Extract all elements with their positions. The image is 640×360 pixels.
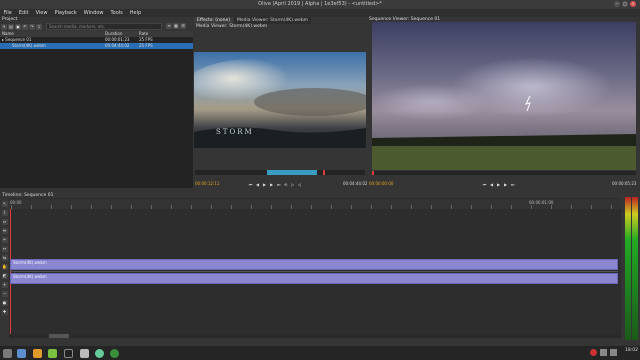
hand-tool-icon[interactable]: ✋: [1, 264, 8, 270]
timeline-ruler[interactable]: 00:00 00:00:01:00: [9, 199, 621, 209]
ripple-tool-icon[interactable]: ⇔: [1, 219, 8, 225]
terminal-icon[interactable]: [64, 349, 73, 358]
icon-view-icon[interactable]: ▦: [173, 23, 179, 29]
settings-icon[interactable]: [80, 349, 89, 358]
project-list: Name Duration Rate ▸ Sequence 01 00:00:0…: [0, 31, 193, 188]
media-current-timecode: 00:00:12:11: [195, 181, 220, 186]
volume-icon[interactable]: [600, 349, 607, 356]
overwrite-icon[interactable]: ◁: [297, 182, 302, 187]
save-icon[interactable]: ▣: [15, 23, 21, 30]
tab-media-viewer[interactable]: Media Viewer: Storm(4K).webm: [233, 17, 312, 24]
project-row-media[interactable]: Storm(4K).webm 00:04:44:02 25 FPS: [0, 43, 193, 49]
video-clip[interactable]: Storm(4K).webm: [10, 259, 618, 270]
insert-icon[interactable]: ▷: [290, 182, 295, 187]
go-to-end-icon[interactable]: ⏭: [510, 182, 515, 187]
media-viewer-scrubber[interactable]: [195, 170, 365, 175]
slip-tool-icon[interactable]: ↔: [1, 246, 8, 252]
tab-effects[interactable]: Effects: (none): [194, 17, 233, 24]
new-icon[interactable]: +: [1, 23, 7, 30]
storm-sequence-image: [372, 22, 636, 170]
rolling-tool-icon[interactable]: ⇹: [1, 228, 8, 234]
ruler-ticks: [11, 205, 619, 209]
media-viewer-frame: STORM: [194, 52, 366, 148]
play-icon[interactable]: ▶: [496, 182, 501, 187]
menu-help[interactable]: Help: [126, 9, 144, 17]
menu-bar: File Edit View Playback Window Tools Hel…: [0, 9, 640, 17]
menu-window[interactable]: Window: [80, 9, 107, 17]
pointer-tool-icon[interactable]: ↖: [1, 201, 8, 207]
row-name-text: Sequence 01: [5, 37, 32, 42]
media-viewer-title: Media Viewer: Storm(4K).webm: [196, 24, 268, 29]
menu-playback[interactable]: Playback: [51, 9, 80, 17]
prev-frame-icon[interactable]: ◀: [489, 182, 494, 187]
viewer-tabs: Effects: (none) Media Viewer: Storm(4K).…: [194, 17, 369, 24]
undo-icon[interactable]: ↶: [22, 23, 28, 30]
maximize-button[interactable]: □: [622, 1, 628, 7]
go-to-end-icon[interactable]: ⏭: [276, 182, 281, 187]
go-to-start-icon[interactable]: ⏮: [482, 182, 487, 187]
timeline-scrollbar[interactable]: [9, 334, 621, 338]
row-name: Storm(4K).webm: [12, 43, 46, 48]
minimize-button[interactable]: –: [614, 1, 620, 7]
folder-icon[interactable]: [33, 349, 42, 358]
transition-tool-icon[interactable]: ◩: [1, 273, 8, 279]
menu-file[interactable]: File: [0, 9, 15, 17]
play-icon[interactable]: ▶: [262, 182, 267, 187]
edit-tool-icon[interactable]: I: [1, 210, 8, 216]
next-frame-icon[interactable]: ▶: [269, 182, 274, 187]
window-title: Olive (April 2019 | Alpha | 1e3ef53) - <…: [258, 1, 382, 7]
menu-tools[interactable]: Tools: [107, 9, 126, 17]
add-icon[interactable]: ✚: [1, 309, 8, 315]
menu-view[interactable]: View: [32, 9, 51, 17]
store-icon[interactable]: [48, 349, 57, 358]
sequence-playhead[interactable]: [372, 171, 374, 175]
browser-icon[interactable]: [110, 349, 119, 358]
redo-icon[interactable]: ↷: [29, 23, 35, 30]
menu-edit[interactable]: Edit: [15, 9, 32, 17]
timeline-tools: ↖ I ⇔ ⇹ ✂ ↔ ⇆ ✋ ◩ + − ● ✚: [0, 198, 9, 330]
next-frame-icon[interactable]: ▶: [503, 182, 508, 187]
audio-meter-right: [632, 197, 638, 340]
taskbar-clock[interactable]: 18:02: [625, 348, 638, 353]
view-toggles: ≡ ▦ ☰: [166, 23, 186, 29]
slide-tool-icon[interactable]: ⇆: [1, 255, 8, 261]
track-divider[interactable]: [10, 271, 618, 272]
sequence-duration-timecode: 00:00:05:23: [612, 181, 637, 186]
sequence-viewer-frame: [372, 22, 636, 170]
row-duration: 00:04:44:02: [105, 43, 130, 48]
zoom-out-icon[interactable]: −: [1, 291, 8, 297]
olive-app-icon[interactable]: [95, 349, 104, 358]
project-search-input[interactable]: Search media, markers, etc.: [46, 23, 162, 30]
tree-view-icon[interactable]: ≡: [166, 23, 172, 29]
in-out-range: [267, 170, 317, 175]
razor-tool-icon[interactable]: ✂: [1, 237, 8, 243]
sequence-current-timecode: 00:00:00:00: [369, 181, 394, 186]
media-duration-timecode: 00:04:44:02: [343, 181, 368, 186]
row-rate: 25 FPS: [139, 43, 153, 48]
notification-icon[interactable]: [590, 349, 597, 356]
sequence-viewer-scrubber[interactable]: [372, 171, 636, 175]
storm-watermark: STORM: [216, 128, 254, 136]
scrollbar-handle[interactable]: [49, 334, 69, 338]
network-icon[interactable]: [610, 349, 617, 356]
audio-meters: [623, 197, 640, 340]
media-transport: ⏮ ◀ ▶ ▶ ⏭ ⟲ ▷ ◁: [248, 182, 302, 187]
system-tray: [590, 349, 617, 356]
import-icon[interactable]: ⇩: [36, 23, 42, 30]
sequence-transport: ⏮ ◀ ▶ ▶ ⏭: [482, 182, 515, 187]
zoom-in-icon[interactable]: +: [1, 282, 8, 288]
close-button[interactable]: ×: [630, 1, 636, 7]
record-icon[interactable]: ●: [1, 300, 8, 306]
list-view-icon[interactable]: ☰: [180, 23, 186, 29]
loop-icon[interactable]: ⟲: [283, 182, 288, 187]
audio-clip[interactable]: Storm(4K).webm: [10, 273, 618, 284]
prev-frame-icon[interactable]: ◀: [255, 182, 260, 187]
go-to-start-icon[interactable]: ⏮: [248, 182, 253, 187]
playhead[interactable]: [323, 170, 325, 175]
window-titlebar: Olive (April 2019 | Alpha | 1e3ef53) - <…: [0, 0, 640, 9]
files-icon[interactable]: [17, 349, 26, 358]
audio-meter-left: [625, 197, 631, 340]
open-icon[interactable]: ▤: [8, 23, 14, 30]
menu-icon[interactable]: [3, 349, 12, 358]
